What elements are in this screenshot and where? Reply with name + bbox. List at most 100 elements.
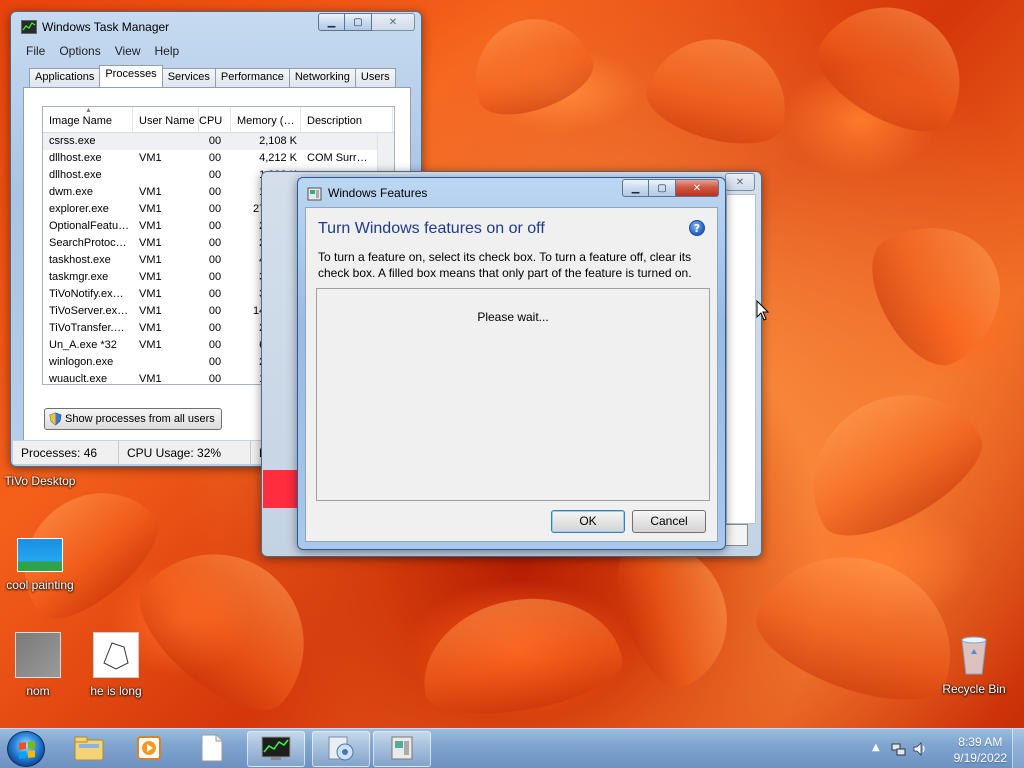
- process-user-name: VM1: [139, 288, 162, 300]
- column-user-name[interactable]: User Name: [133, 107, 199, 132]
- nom-image-icon: [15, 632, 61, 678]
- process-cpu: 00: [208, 169, 222, 181]
- windows-features-icon: [307, 187, 322, 201]
- tab-users[interactable]: Users: [354, 68, 396, 87]
- notification-area: ▲ 8:39 AM 9/19/2022: [864, 729, 1024, 768]
- process-user-name: VM1: [139, 237, 162, 249]
- windows-explorer-icon: [73, 734, 105, 765]
- wallpaper-petal: [458, 2, 602, 128]
- process-cpu: 00: [208, 203, 222, 215]
- desktop-icon-cool-painting[interactable]: cool painting: [0, 538, 80, 592]
- background-window-content: [726, 194, 756, 524]
- windows-features-dialog[interactable]: Windows Features ▁ ▢ ✕ Turn Windows feat…: [297, 177, 726, 550]
- taskbar-task-manager[interactable]: [247, 731, 305, 767]
- process-user-name: VM1: [139, 339, 162, 351]
- painting-image-icon: [17, 538, 63, 572]
- clock[interactable]: 8:39 AM 9/19/2022: [954, 734, 1007, 766]
- process-cpu: 00: [208, 356, 222, 368]
- process-cpu: 00: [208, 186, 222, 198]
- close-button[interactable]: ✕: [725, 173, 755, 191]
- process-image-name: explorer.exe: [49, 203, 109, 215]
- tab-performance[interactable]: Performance: [214, 68, 290, 87]
- cancel-button[interactable]: Cancel: [632, 510, 706, 533]
- maximize-button[interactable]: ▢: [649, 179, 676, 197]
- process-user-name: VM1: [139, 373, 162, 385]
- column-description[interactable]: Description: [301, 107, 393, 132]
- taskbar-optional-features[interactable]: [312, 731, 370, 767]
- wallpaper-petal: [853, 199, 1024, 381]
- column-memory[interactable]: Memory (…: [231, 107, 301, 132]
- column-image-name[interactable]: ▲ Image Name: [43, 107, 133, 132]
- start-button[interactable]: [7, 731, 45, 767]
- clock-date: 9/19/2022: [953, 751, 1007, 765]
- taskbar-blank-document[interactable]: [183, 731, 241, 767]
- desktop-icon-nom[interactable]: nom: [0, 632, 78, 698]
- process-image-name: TiVoNotify.ex…: [49, 288, 124, 300]
- tab-services[interactable]: Services: [161, 68, 216, 87]
- menu-options[interactable]: Options: [52, 42, 107, 62]
- process-image-name: winlogon.exe: [49, 356, 114, 368]
- process-cpu: 00: [208, 220, 222, 232]
- features-tree[interactable]: Please wait...: [316, 288, 710, 501]
- tab-applications[interactable]: Applications: [29, 68, 101, 87]
- process-memory: 4,212 K: [259, 152, 297, 164]
- show-desktop-button[interactable]: [1012, 729, 1024, 768]
- menu-file[interactable]: File: [19, 42, 52, 62]
- tab-processes[interactable]: Processes: [99, 65, 163, 87]
- process-image-name: csrss.exe: [49, 135, 96, 147]
- taskbar-features-window[interactable]: [373, 731, 431, 767]
- process-image-name: taskmgr.exe: [49, 271, 109, 283]
- status-cpu-usage: CPU Usage: 32%: [119, 441, 251, 464]
- help-icon[interactable]: ?: [689, 220, 705, 236]
- caption-buttons: ▁ ▢ ✕: [318, 13, 415, 31]
- process-row[interactable]: dllhost.exe VM1 00 4,212 K COM Surr…: [43, 150, 394, 167]
- show-hidden-icons-icon[interactable]: ▲: [872, 742, 880, 753]
- process-user-name: VM1: [139, 322, 162, 334]
- windows-features-body: Turn Windows features on or off ? To tur…: [305, 207, 718, 542]
- tab-networking[interactable]: Networking: [288, 68, 356, 87]
- volume-icon[interactable]: [912, 741, 928, 760]
- blank-document-icon: [199, 733, 225, 766]
- minimize-button[interactable]: ▁: [622, 179, 649, 197]
- process-image-name: SearchProtoc…: [49, 237, 127, 249]
- status-processes: Processes: 46: [13, 441, 119, 464]
- wallpaper-petal: [639, 23, 801, 157]
- dialog-heading: Turn Windows features on or off: [318, 220, 545, 237]
- process-user-name: [133, 354, 199, 371]
- network-icon[interactable]: [891, 741, 907, 760]
- loading-text: Please wait...: [477, 310, 549, 324]
- process-image-name: wuauclt.exe: [49, 373, 108, 385]
- background-window-button[interactable]: [724, 524, 748, 546]
- process-row[interactable]: csrss.exe 00 2,108 K: [43, 133, 394, 150]
- column-cpu[interactable]: CPU: [199, 107, 231, 132]
- desktop-icon-tivo-desktop[interactable]: TiVo Desktop: [0, 474, 80, 488]
- minimize-button[interactable]: ▁: [318, 13, 345, 31]
- sketch-image-icon: [93, 632, 139, 678]
- close-button[interactable]: ✕: [372, 13, 415, 31]
- desktop-icon-recycle-bin[interactable]: Recycle Bin: [934, 630, 1014, 696]
- sort-ascending-icon: ▲: [85, 107, 92, 114]
- menu-help[interactable]: Help: [148, 42, 187, 62]
- show-all-processes-button[interactable]: Show processes from all users: [44, 408, 222, 430]
- desktop-icon-he-is-long[interactable]: he is long: [76, 632, 156, 698]
- menu-view[interactable]: View: [108, 42, 148, 62]
- taskbar: ▲ 8:39 AM 9/19/2022: [0, 728, 1024, 768]
- process-image-name: Un_A.exe *32: [49, 339, 117, 351]
- process-cpu: 00: [208, 237, 222, 249]
- process-user-name: VM1: [139, 203, 162, 215]
- recycle-bin-icon: [951, 630, 997, 676]
- taskbar-windows-explorer[interactable]: [60, 731, 118, 767]
- task-manager-icon: [259, 734, 293, 765]
- windows-features-titlebar[interactable]: Windows Features ▁ ▢ ✕: [298, 178, 725, 208]
- process-cpu: 00: [208, 271, 222, 283]
- process-user-name: VM1: [139, 271, 162, 283]
- process-image-name: TiVoServer.ex…: [49, 305, 129, 317]
- taskbar-media-player[interactable]: [120, 731, 178, 767]
- ok-button[interactable]: OK: [551, 510, 625, 533]
- clock-time: 8:39 AM: [958, 735, 1003, 749]
- maximize-button[interactable]: ▢: [345, 13, 372, 31]
- process-image-name: TiVoTransfer.…: [49, 322, 125, 334]
- close-button[interactable]: ✕: [676, 179, 719, 197]
- task-manager-titlebar[interactable]: Windows Task Manager ▁ ▢ ✕: [11, 12, 421, 42]
- dialog-description: To turn a feature on, select its check b…: [318, 250, 692, 280]
